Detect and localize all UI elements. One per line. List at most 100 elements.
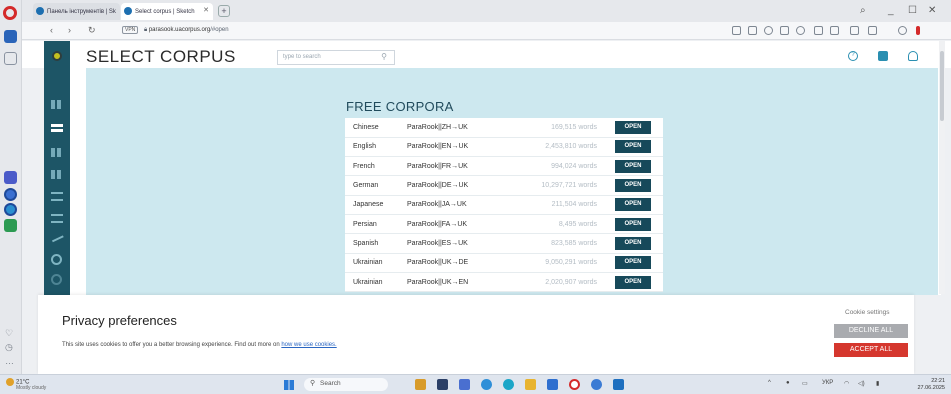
feedback-icon[interactable] [878, 51, 888, 61]
url-field[interactable]: VPN 🔒︎ parasook.uacorpus.org/#open [122, 26, 229, 34]
open-cell: OPEN [611, 272, 663, 293]
cookie-settings-link[interactable]: Cookie settings [845, 309, 889, 316]
tray-chevron-icon[interactable]: ^ [768, 380, 771, 386]
opera-logo-icon[interactable] [3, 6, 17, 20]
open-button[interactable]: OPEN [615, 256, 651, 270]
open-button[interactable]: OPEN [615, 236, 651, 250]
clock-icon[interactable]: ◷ [5, 342, 13, 353]
keyboard-layout-icon[interactable]: УКР [822, 380, 833, 386]
windows-start-icon[interactable] [284, 380, 294, 390]
tray-app-icon[interactable]: ● [786, 380, 790, 386]
main-content: FREE CORPORA Chinese ParaRook||ZH→UK 169,5… [70, 68, 941, 295]
extensions-icon[interactable] [830, 26, 839, 35]
close-window-icon[interactable]: ✕ [928, 5, 936, 16]
easy-setup-icon[interactable] [850, 26, 859, 35]
corpora-panel: FREE CORPORA Chinese ParaRook||ZH→UK 169,5… [86, 68, 938, 295]
search-icon[interactable]: ⚲ [381, 52, 387, 61]
minimize-icon[interactable]: _ [888, 5, 894, 16]
wifi-icon[interactable]: ◠ [844, 380, 849, 387]
aria-icon[interactable] [4, 171, 17, 184]
site-logo[interactable] [44, 41, 70, 68]
open-cell: OPEN [611, 195, 663, 215]
ngrams-icon[interactable] [51, 254, 62, 265]
profile-icon[interactable] [868, 26, 877, 35]
whatsapp-icon[interactable] [4, 219, 17, 232]
table-row: Persian ParaRook||FA→UK 8,495 words OPEN [345, 214, 663, 235]
snapshot-icon[interactable] [748, 26, 757, 35]
tab-dashboard[interactable]: Панель інструментів | Sk [33, 3, 120, 20]
maximize-icon[interactable]: ☐ [908, 5, 917, 16]
wordlist-icon[interactable] [51, 170, 63, 179]
telegram-icon[interactable] [4, 203, 17, 216]
tab-label: Select corpus | Sketch [135, 8, 195, 15]
settings-icon[interactable] [51, 274, 62, 285]
forward-icon[interactable]: › [68, 25, 71, 35]
star-icon[interactable] [4, 52, 17, 65]
back-icon[interactable]: ‹ [50, 25, 53, 35]
tray-monitor-icon[interactable]: ▭ [802, 380, 808, 387]
trends-icon[interactable] [50, 231, 64, 243]
help-icon[interactable]: ? [848, 51, 858, 61]
tab-select-corpus[interactable]: Select corpus | Sketch ✕ [121, 3, 213, 20]
open-button[interactable]: OPEN [615, 140, 651, 154]
translate-icon[interactable] [732, 26, 741, 35]
download-icon[interactable] [814, 26, 823, 35]
reload-icon[interactable]: ↻ [88, 25, 96, 36]
app-icon-3[interactable] [459, 379, 470, 390]
open-button[interactable]: OPEN [615, 275, 651, 289]
vpn-status-icon[interactable] [898, 26, 907, 35]
edge-icon[interactable] [481, 379, 492, 390]
corpus-size: 823,585 words [499, 233, 611, 254]
decline-all-button[interactable]: DECLINE ALL [834, 324, 908, 338]
workspace-icon[interactable] [4, 30, 17, 43]
app-icon-5[interactable] [503, 379, 514, 390]
keywords-icon[interactable] [51, 192, 63, 201]
concordance-icon[interactable] [51, 148, 63, 157]
word-sketch-icon[interactable] [51, 214, 63, 223]
adblock-icon[interactable] [764, 26, 773, 35]
open-cell: OPEN [611, 233, 663, 254]
browser-sidebar: ♡ ◷ … [0, 0, 22, 374]
more-icon[interactable]: … [5, 356, 14, 366]
corpus-language: English [345, 137, 403, 158]
new-tab-button[interactable]: + [218, 5, 230, 17]
search-tabs-icon[interactable]: ⌕ [860, 5, 866, 16]
cookie-policy-link[interactable]: how we use cookies. [281, 342, 336, 348]
taskbar-search[interactable]: ⚲ Search [304, 378, 388, 391]
open-button[interactable]: OPEN [615, 159, 651, 173]
corpus-name: ParaRook||JA→UK [403, 195, 499, 215]
open-button[interactable]: OPEN [615, 198, 651, 212]
open-button[interactable]: OPEN [615, 217, 651, 231]
store-icon[interactable] [547, 379, 558, 390]
clock[interactable]: 22:21 27.06.2025 [917, 378, 945, 392]
corpus-language: German [345, 175, 403, 196]
close-tab-icon[interactable]: ✕ [203, 6, 209, 14]
app-icon-9[interactable] [591, 379, 602, 390]
file-explorer-icon[interactable] [525, 379, 536, 390]
weather-widget[interactable]: 21°C Mostly cloudy [6, 378, 46, 391]
app-icon-1[interactable] [415, 379, 426, 390]
opera-menu-icon[interactable] [916, 26, 920, 35]
volume-icon[interactable]: ◁) [858, 380, 865, 387]
play-icon[interactable] [780, 26, 789, 35]
weather-desc: Mostly cloudy [16, 385, 47, 391]
page-scrollbar[interactable] [939, 41, 945, 294]
search-input[interactable]: type to search ⚲ [277, 50, 395, 65]
app-icon-2[interactable] [437, 379, 448, 390]
heart-icon[interactable]: ♡ [5, 328, 13, 339]
app-icon-10[interactable] [613, 379, 624, 390]
accept-all-button[interactable]: ACCEPT ALL [834, 343, 908, 357]
open-button[interactable]: OPEN [615, 120, 651, 134]
battery-icon[interactable]: ▮ [876, 380, 879, 387]
vpn-badge[interactable]: VPN [122, 26, 139, 34]
heart-icon[interactable] [796, 26, 805, 35]
user-icon[interactable] [908, 51, 918, 61]
scrollbar-thumb[interactable] [940, 51, 944, 121]
url-path: /#open [210, 27, 229, 33]
corpus-list-icon[interactable] [51, 124, 63, 132]
dashboard-icon[interactable] [51, 100, 63, 109]
open-button[interactable]: OPEN [615, 179, 651, 193]
corpus-language: Ukrainian [345, 253, 403, 273]
messenger-icon[interactable] [4, 188, 17, 201]
opera-taskbar-icon[interactable] [569, 379, 580, 390]
